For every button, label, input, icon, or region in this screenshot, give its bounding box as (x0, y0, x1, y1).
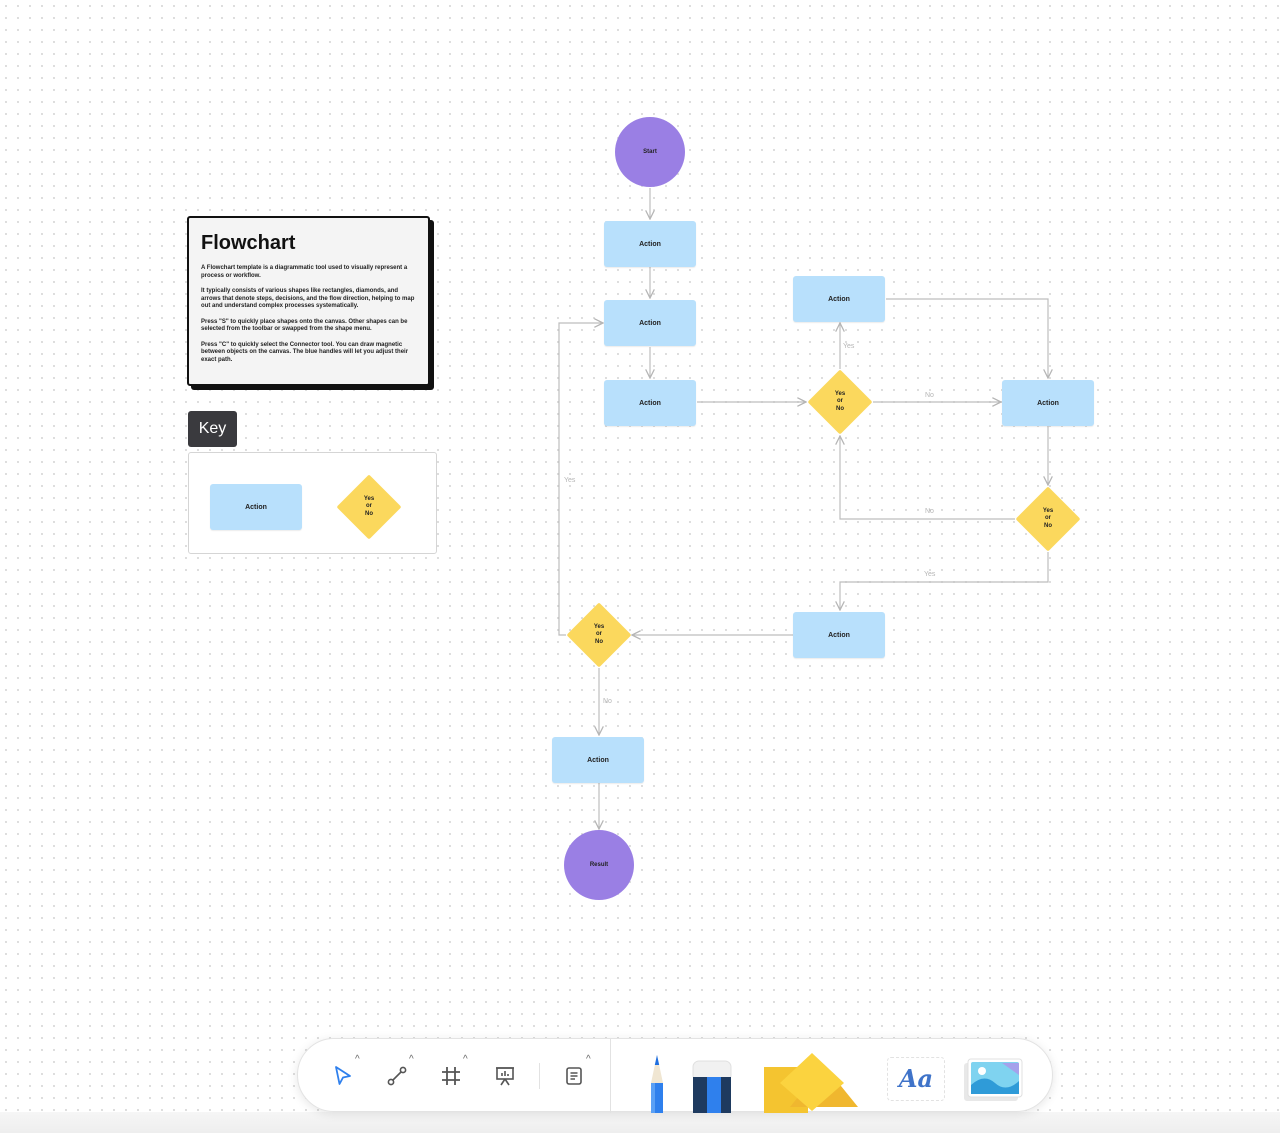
action-node[interactable]: Action (604, 221, 696, 267)
toolbar-divider (610, 1039, 611, 1113)
frame-icon (442, 1067, 460, 1085)
presentation-icon (496, 1067, 514, 1086)
presentation-tool-button[interactable] (488, 1059, 522, 1093)
action-node[interactable]: Action (793, 276, 885, 322)
canvas-bottom-edge (0, 1112, 1280, 1133)
decision-label: Yes or No (593, 623, 605, 645)
decision-node[interactable]: Yes or No (807, 369, 873, 435)
start-node[interactable]: Start (615, 117, 685, 187)
edge-label-no: No (925, 392, 934, 399)
edge-label-yes: Yes (924, 571, 936, 578)
connector (840, 552, 1049, 610)
image-icon (964, 1058, 1023, 1101)
section-options-caret-icon[interactable]: ^ (463, 1055, 468, 1065)
action-node[interactable]: Action (1002, 380, 1094, 426)
action-node[interactable]: Action (604, 380, 696, 426)
text-tool-button[interactable]: Aa (887, 1057, 945, 1101)
connector-options-caret-icon[interactable]: ^ (409, 1055, 414, 1065)
toolbar-divider (539, 1063, 540, 1089)
bottom-toolbar: ^ ^ ^ ^ Aa (297, 1038, 1053, 1113)
connector (840, 436, 1015, 520)
sticky-note-icon (566, 1067, 582, 1085)
action-node[interactable]: Action (552, 737, 644, 783)
decision-label: Yes or No (1042, 507, 1054, 529)
action-node[interactable]: Action (793, 612, 885, 658)
shapes-icon (764, 1053, 858, 1113)
image-tool-button[interactable] (962, 1055, 1024, 1105)
edge-label-no: No (925, 508, 934, 515)
connector-icon (387, 1066, 407, 1086)
select-icon (335, 1066, 351, 1085)
result-node[interactable]: Result (564, 830, 634, 900)
pencil-tool-button[interactable] (644, 1053, 670, 1113)
decision-label: Yes or No (834, 390, 846, 412)
edge-label-yes: Yes (564, 477, 576, 484)
eraser-tool-button[interactable] (691, 1059, 733, 1113)
eraser-icon (692, 1060, 732, 1113)
shapes-tool-button[interactable] (762, 1051, 862, 1113)
sticky-options-caret-icon[interactable]: ^ (586, 1055, 591, 1065)
pencil-icon (651, 1055, 663, 1113)
decision-node[interactable]: Yes or No (566, 602, 632, 668)
connector (886, 298, 1048, 378)
select-options-caret-icon[interactable]: ^ (355, 1055, 360, 1065)
decision-node[interactable]: Yes or No (1015, 486, 1081, 552)
edge-label-no: No (603, 698, 612, 705)
text-tool-label: Aa (898, 1064, 934, 1093)
action-node[interactable]: Action (604, 300, 696, 346)
edge-label-yes: Yes (843, 343, 855, 350)
